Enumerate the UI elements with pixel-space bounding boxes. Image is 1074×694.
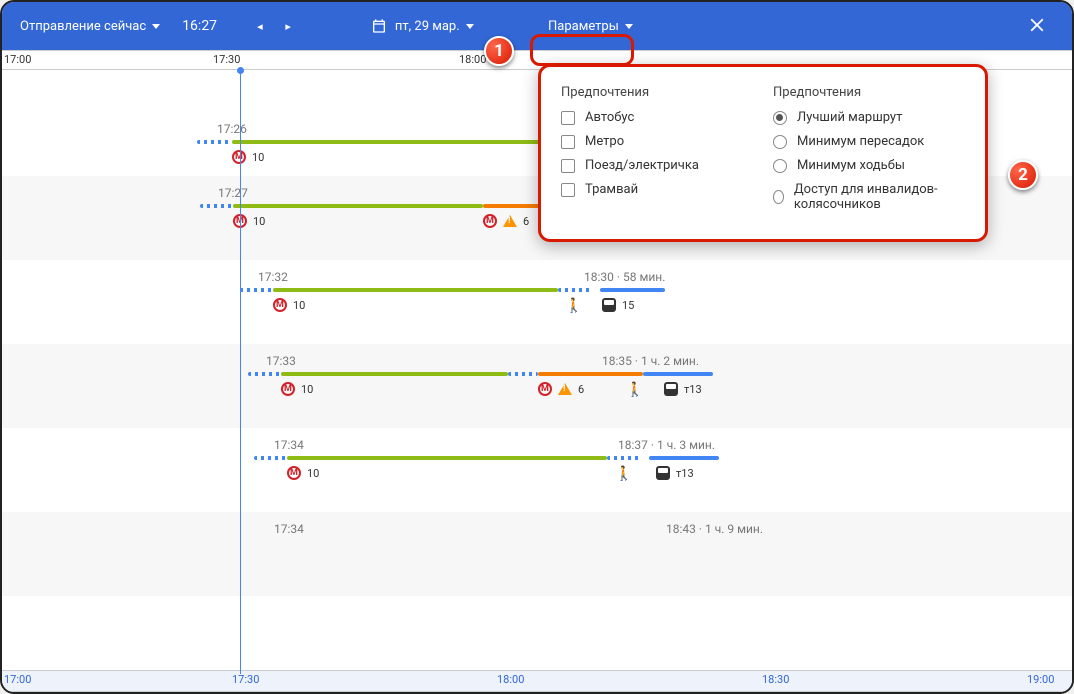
metro-line-number: 6 [523, 215, 529, 228]
options-dropdown-button[interactable]: Параметры [548, 19, 633, 34]
departure-time: 17:33 [266, 354, 296, 368]
checkbox-icon [561, 183, 575, 197]
arrival-info: 18:35 · 1 ч. 2 мин. [602, 354, 699, 368]
route-bar [197, 140, 589, 144]
options-label: Параметры [548, 19, 619, 34]
caret-down-icon [152, 24, 160, 29]
arrival-info: 18:30 · 58 мин. [584, 270, 665, 284]
departure-time: 17:27 [218, 186, 248, 200]
axis-tick: 18:00 [459, 53, 486, 66]
bus-line-number: 15 [622, 299, 634, 312]
preferences-heading-left: Предпочтения [561, 85, 753, 100]
axis-tick: 18:30 [762, 673, 789, 686]
route-bar [240, 288, 700, 292]
warning-icon [503, 215, 517, 227]
time-axis-bottom: 17:00 17:30 18:00 18:30 19:00 [2, 670, 1072, 692]
radio-icon [773, 111, 787, 125]
axis-tick: 19:00 [1027, 673, 1054, 686]
walk-icon: 🚶 [626, 382, 643, 398]
date-selector[interactable]: пт, 29 мар. [371, 18, 474, 34]
time-value: 16:27 [182, 18, 217, 34]
time-selector[interactable]: 16:27 ◂ ▸ [182, 18, 301, 34]
route-row[interactable]: 17:34 18:37 · 1 ч. 3 мин. М 10 🚶 т13 [2, 428, 1072, 512]
calendar-icon [371, 18, 387, 34]
current-time-marker [240, 70, 241, 674]
arrival-info: 18:43 · 1 ч. 9 мин. [666, 522, 763, 536]
departure-mode-dropdown[interactable]: Отправление сейчас [20, 19, 160, 34]
date-value: пт, 29 мар. [395, 19, 460, 34]
checkbox-bus[interactable]: Автобус [561, 110, 753, 125]
route-bar [254, 456, 764, 460]
checkbox-tram[interactable]: Трамвай [561, 182, 753, 197]
checkbox-icon [561, 159, 575, 173]
departure-time: 17:34 [274, 522, 304, 536]
walk-icon: 🚶 [565, 298, 582, 314]
radio-icon [773, 135, 787, 149]
time-stepper-arrows[interactable]: ◂ ▸ [257, 20, 301, 33]
preferences-heading-right: Предпочтения [773, 85, 965, 100]
metro-icon: М [287, 466, 301, 480]
metro-line-number: 10 [293, 299, 305, 312]
metro-icon: М [273, 298, 287, 312]
metro-line-number: 10 [301, 383, 313, 396]
close-icon [1026, 14, 1048, 36]
caret-down-icon [466, 24, 474, 29]
radio-icon [773, 190, 784, 204]
departure-time: 17:34 [274, 438, 304, 452]
bus-line-number: т13 [676, 467, 694, 480]
route-bar [248, 372, 758, 376]
axis-tick: 18:00 [497, 673, 524, 686]
metro-line-number: 10 [252, 151, 264, 164]
metro-line-number: 10 [253, 215, 265, 228]
bus-line-number: т13 [684, 383, 702, 396]
annotation-badge-1: 1 [484, 36, 514, 66]
options-dropdown-panel: Предпочтения Автобус Метро Поезд/электри… [538, 64, 988, 242]
checkbox-icon [561, 111, 575, 125]
axis-tick: 17:00 [4, 53, 31, 66]
route-row[interactable]: 17:32 18:30 · 58 мин. М 10 🚶 15 [2, 260, 1072, 344]
annotation-badge-2: 2 [1008, 160, 1038, 190]
radio-wheelchair[interactable]: Доступ для инвалидов-колясочников [773, 182, 965, 212]
metro-line-number: 10 [307, 467, 319, 480]
top-bar: Отправление сейчас 16:27 ◂ ▸ пт, 29 мар.… [2, 2, 1072, 50]
bus-icon [664, 382, 678, 396]
metro-icon: М [538, 382, 552, 396]
radio-less-walking[interactable]: Минимум ходьбы [773, 158, 965, 173]
bus-icon [656, 466, 670, 480]
checkbox-metro[interactable]: Метро [561, 134, 753, 149]
route-row[interactable]: 17:34 18:43 · 1 ч. 9 мин. [2, 512, 1072, 596]
metro-line-number: 6 [578, 383, 584, 396]
axis-tick: 17:30 [232, 673, 259, 686]
departure-time: 17:32 [258, 270, 288, 284]
radio-best-route[interactable]: Лучший маршрут [773, 110, 965, 125]
caret-down-icon [625, 24, 633, 29]
departure-mode-label: Отправление сейчас [20, 19, 146, 34]
metro-icon: М [483, 214, 497, 228]
warning-icon [558, 383, 572, 395]
route-row[interactable]: 17:33 18:35 · 1 ч. 2 мин. М 10 М 6 [2, 344, 1072, 428]
close-button[interactable] [1026, 14, 1048, 40]
metro-icon: М [232, 150, 246, 164]
departure-time: 17:26 [217, 122, 247, 136]
axis-tick: 17:00 [4, 673, 31, 686]
bus-icon [602, 298, 616, 312]
metro-icon: М [281, 382, 295, 396]
radio-fewer-transfers[interactable]: Минимум пересадок [773, 134, 965, 149]
checkbox-train[interactable]: Поезд/электричка [561, 158, 753, 173]
axis-tick: 17:30 [213, 53, 240, 66]
walk-icon: 🚶 [615, 466, 632, 482]
arrival-info: 18:37 · 1 ч. 3 мин. [618, 438, 715, 452]
radio-icon [773, 159, 787, 173]
checkbox-icon [561, 135, 575, 149]
